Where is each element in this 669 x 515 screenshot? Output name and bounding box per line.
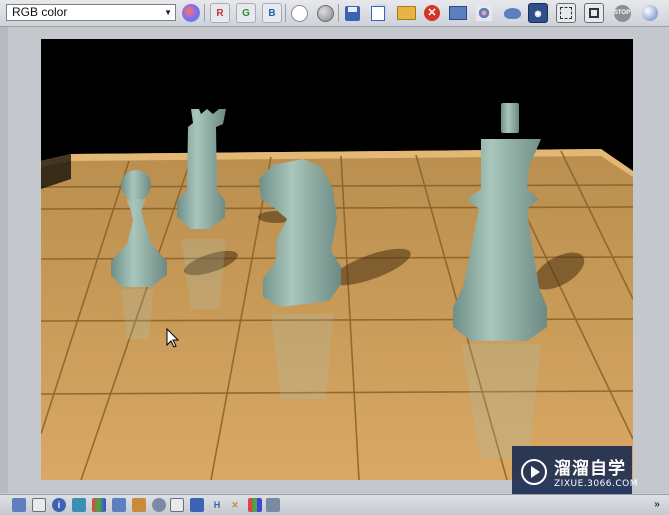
print-icon[interactable] <box>448 3 468 23</box>
list-icon[interactable] <box>32 498 46 512</box>
history-icon[interactable] <box>584 3 604 23</box>
gray-circle-icon[interactable] <box>315 3 335 23</box>
clear-red-x-icon[interactable]: ✕ <box>422 3 442 23</box>
teapot-icon[interactable] <box>502 3 522 23</box>
channel-select-value: RGB color <box>12 5 68 19</box>
play-logo-icon <box>521 459 547 485</box>
color-wheel-icon[interactable] <box>182 4 200 22</box>
frame-buffer-icon[interactable]: ◉ <box>528 3 548 23</box>
double-chevron-down-icon[interactable]: » <box>650 498 664 512</box>
info-icon[interactable]: i <box>52 498 66 512</box>
copy-icon[interactable] <box>368 3 388 23</box>
blue-channel-label: B <box>268 7 276 19</box>
pixel-icon[interactable] <box>190 498 204 512</box>
chart-icon[interactable] <box>112 498 126 512</box>
compare-icon[interactable] <box>170 498 184 512</box>
split-icon[interactable]: ✕ <box>228 498 242 512</box>
floppy-disk-icon[interactable] <box>342 3 362 23</box>
watermark-title: 溜溜自学 <box>554 459 626 479</box>
channel-select[interactable]: RGB color ▼ <box>6 4 176 21</box>
region-icon[interactable] <box>474 3 494 23</box>
watermark-subtitle: ZIXUE.3066.COM <box>554 479 639 489</box>
rendered-image <box>41 39 633 480</box>
red-channel-label: R <box>216 7 224 19</box>
palette-icon[interactable] <box>92 498 106 512</box>
green-channel-button[interactable]: G <box>236 3 256 23</box>
bottom-toolbar: i H ✕ » <box>0 494 669 515</box>
settings-icon[interactable] <box>152 498 166 512</box>
brush-icon[interactable] <box>132 498 146 512</box>
green-channel-label: G <box>242 7 250 19</box>
channel-bars-icon[interactable] <box>248 498 262 512</box>
region-select-icon[interactable] <box>556 3 576 23</box>
white-circle-icon[interactable] <box>289 3 309 23</box>
watermark: 溜溜自学 ZIXUE.3066.COM <box>512 446 638 501</box>
window-icon[interactable] <box>12 498 26 512</box>
folder-icon[interactable] <box>396 3 416 23</box>
chess-render <box>41 39 633 480</box>
toolbar-separator <box>204 4 205 22</box>
text-h-icon[interactable]: H <box>210 498 224 512</box>
chevron-down-icon[interactable]: ▼ <box>164 5 172 20</box>
help-icon[interactable] <box>640 3 660 23</box>
toolbar-separator <box>338 4 339 22</box>
top-toolbar: RGB color ▼ R G B ✕ ◉ STOP <box>0 0 669 27</box>
layers-icon[interactable] <box>266 498 280 512</box>
blue-channel-button[interactable]: B <box>262 3 282 23</box>
toolbar-separator <box>285 4 286 22</box>
tools-icon[interactable] <box>72 498 86 512</box>
red-channel-button[interactable]: R <box>210 3 230 23</box>
stop-icon[interactable]: STOP <box>612 3 632 23</box>
